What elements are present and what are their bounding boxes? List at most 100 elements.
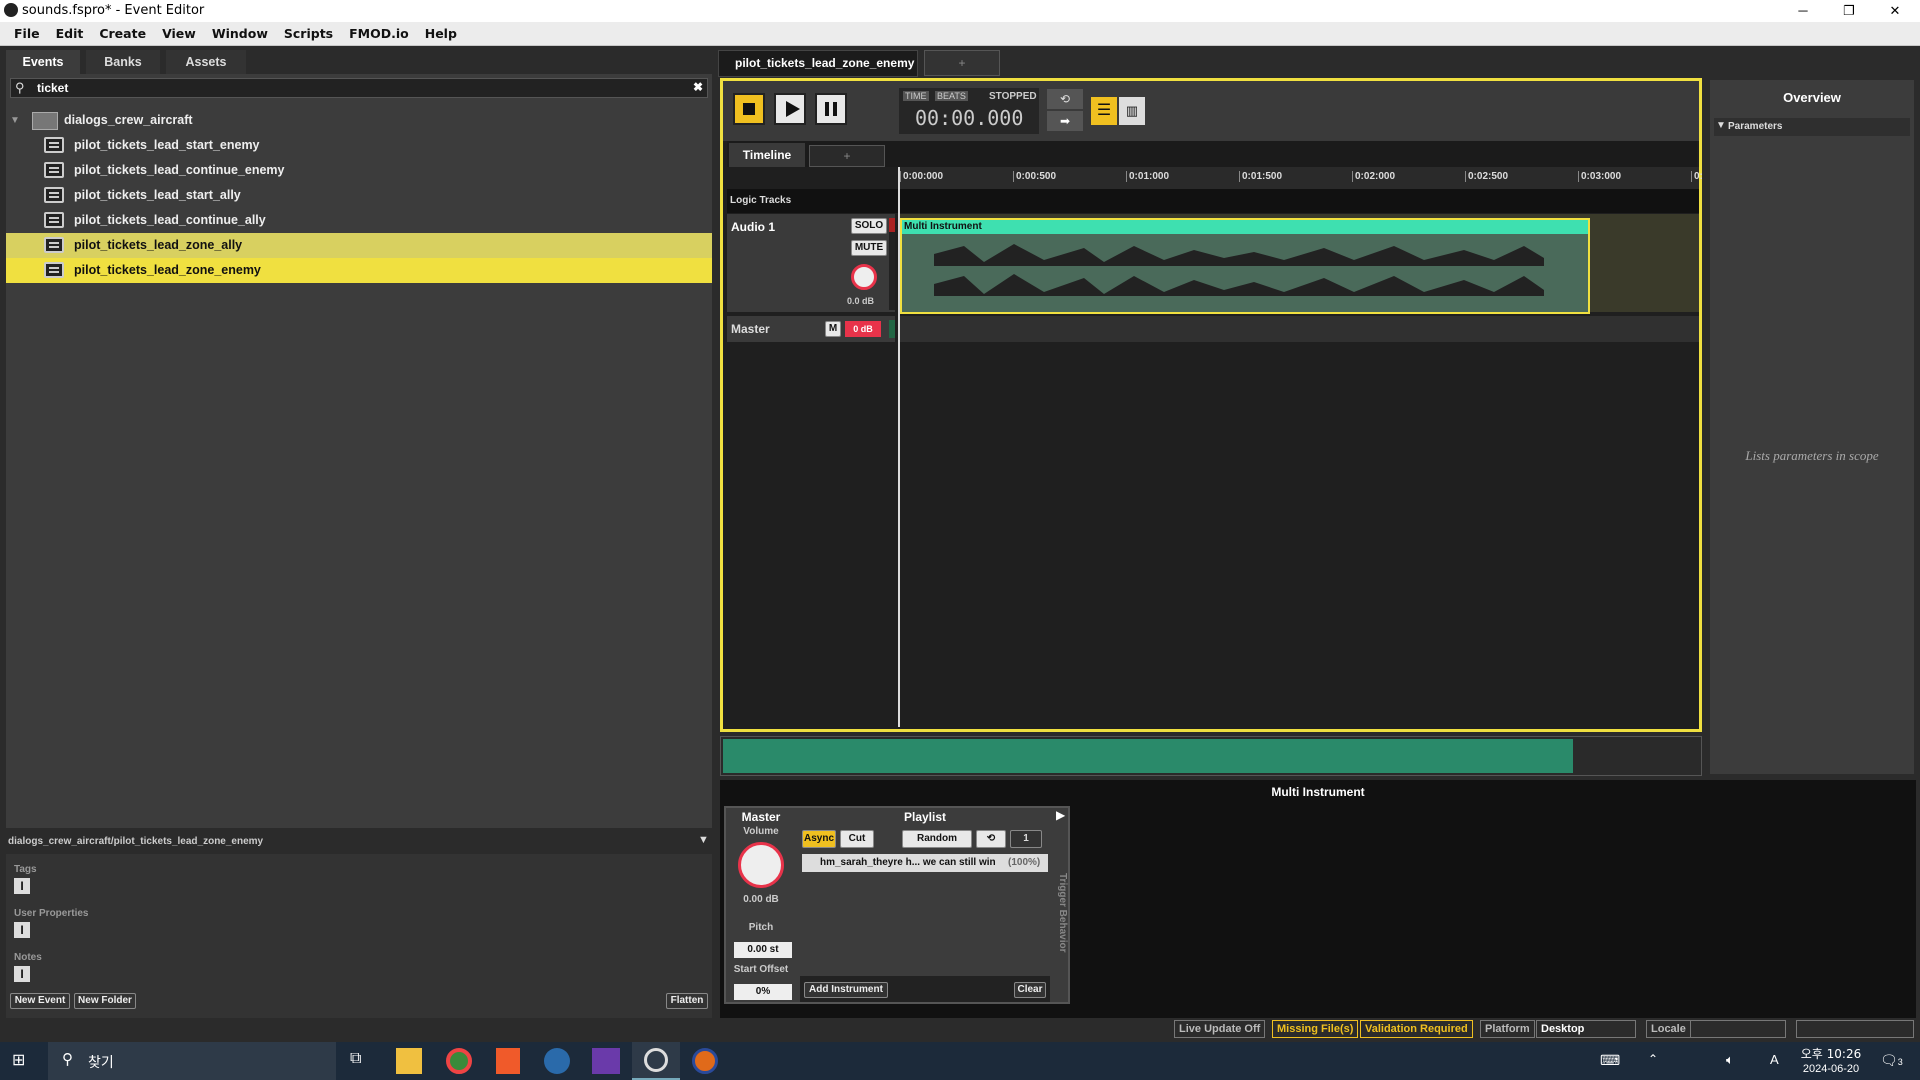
follow-icon[interactable]: ➡ bbox=[1047, 111, 1083, 131]
blender-icon[interactable] bbox=[692, 1048, 718, 1074]
menu-file[interactable]: File bbox=[6, 22, 48, 46]
brave-icon[interactable] bbox=[496, 1048, 520, 1074]
taskbar-search-box[interactable]: ⚲ 찾기 bbox=[48, 1042, 336, 1080]
loop-count[interactable]: 1 bbox=[1010, 830, 1042, 848]
clear-search-icon[interactable]: ✖ bbox=[693, 80, 703, 94]
master-mute-button[interactable]: M bbox=[825, 321, 841, 337]
missing-files-button[interactable]: Missing File(s) bbox=[1272, 1020, 1359, 1038]
task-view-icon[interactable]: ⧉ bbox=[350, 1050, 361, 1068]
parameters-header[interactable]: ▼ Parameters bbox=[1714, 118, 1910, 136]
menu-scripts[interactable]: Scripts bbox=[276, 22, 341, 46]
menu-window[interactable]: Window bbox=[204, 22, 276, 46]
pitch-value[interactable]: 0.00 st bbox=[734, 942, 792, 958]
new-folder-button[interactable]: New Folder bbox=[74, 993, 136, 1009]
menu-help[interactable]: Help bbox=[417, 22, 465, 46]
tab-banks[interactable]: Banks bbox=[86, 50, 160, 74]
play-button[interactable] bbox=[774, 93, 806, 125]
playlist-item-name: hm_sarah_theyre h... we can still win bbox=[820, 857, 996, 868]
pause-button[interactable] bbox=[815, 93, 847, 125]
chrome-icon[interactable] bbox=[446, 1048, 472, 1074]
steam-icon[interactable] bbox=[544, 1048, 570, 1074]
playlist-item[interactable]: hm_sarah_theyre h... we can still win (1… bbox=[802, 854, 1048, 872]
windows-start-icon[interactable]: ⊞ bbox=[12, 1052, 30, 1070]
tags-add-icon[interactable]: I bbox=[14, 878, 30, 894]
audio-track-header[interactable]: Audio 1 SOLO MUTE 0.0 dB bbox=[727, 214, 895, 312]
time-mode[interactable]: TIME bbox=[903, 91, 929, 101]
overview-scroll[interactable] bbox=[720, 736, 1702, 776]
new-event-button[interactable]: New Event bbox=[10, 993, 70, 1009]
flatten-button[interactable]: Flatten bbox=[666, 993, 708, 1009]
beats-mode[interactable]: BEATS bbox=[935, 91, 968, 101]
playlist-mode-select[interactable]: Random bbox=[902, 830, 972, 848]
tab-assets[interactable]: Assets bbox=[166, 50, 246, 74]
menu-view[interactable]: View bbox=[154, 22, 204, 46]
expand-arrow-icon[interactable]: ▼ bbox=[10, 108, 20, 133]
notification-icon[interactable]: 🗨︎3 bbox=[1880, 1052, 1903, 1069]
event-row[interactable]: pilot_tickets_lead_zone_enemy bbox=[6, 258, 712, 283]
search-field[interactable]: ⚲ ticket ✖ bbox=[10, 78, 708, 98]
grid-view-icon[interactable]: ▥ bbox=[1119, 97, 1145, 125]
keyboard-icon[interactable]: ⌨ bbox=[1600, 1052, 1620, 1069]
file-explorer-icon[interactable] bbox=[396, 1048, 422, 1074]
user-properties-add-icon[interactable]: I bbox=[14, 922, 30, 938]
playlist-label: Playlist bbox=[903, 810, 947, 824]
playhead[interactable] bbox=[898, 167, 900, 727]
fmod-taskbar-icon[interactable] bbox=[632, 1042, 680, 1080]
event-row[interactable]: pilot_tickets_lead_start_enemy bbox=[6, 133, 712, 158]
master-track-header[interactable]: Master M 0 dB bbox=[727, 316, 895, 342]
ime-indicator[interactable]: A bbox=[1770, 1052, 1779, 1067]
search-input[interactable]: ticket bbox=[37, 81, 68, 95]
event-editor-tab[interactable]: pilot_tickets_lead_zone_enemy bbox=[718, 50, 918, 77]
tray-expand-icon[interactable]: ⌃ bbox=[1648, 1052, 1658, 1066]
clear-button[interactable]: Clear bbox=[1014, 982, 1046, 998]
master-volume-value[interactable]: 0 dB bbox=[845, 321, 881, 337]
list-view-icon[interactable]: ☰ bbox=[1091, 97, 1117, 125]
event-row[interactable]: pilot_tickets_lead_start_ally bbox=[6, 183, 712, 208]
notes-label: Notes bbox=[14, 952, 42, 963]
maximize-button[interactable]: ❐ bbox=[1826, 0, 1872, 22]
event-row[interactable]: pilot_tickets_lead_continue_enemy bbox=[6, 158, 712, 183]
overview-title: Overview bbox=[1783, 90, 1841, 105]
menu-create[interactable]: Create bbox=[91, 22, 154, 46]
close-button[interactable]: ✕ bbox=[1872, 0, 1918, 22]
cut-button[interactable]: Cut bbox=[840, 830, 874, 848]
clock-date[interactable]: 2024-06-20 bbox=[1796, 1063, 1866, 1075]
overview-scroll-thumb[interactable] bbox=[723, 739, 1573, 773]
volume-tray-icon[interactable]: 🔈︎ bbox=[1726, 1052, 1734, 1068]
add-event-tab-button[interactable]: + bbox=[924, 50, 1000, 76]
loop-icon[interactable]: ⟲ bbox=[1047, 89, 1083, 109]
track-volume-value: 0.0 dB bbox=[847, 296, 875, 306]
clock-time[interactable]: 오후 10:26 bbox=[1796, 1045, 1866, 1062]
stop-button[interactable] bbox=[733, 93, 765, 125]
start-offset-value[interactable]: 0% bbox=[734, 984, 792, 1000]
event-row[interactable]: pilot_tickets_lead_continue_ally bbox=[6, 208, 712, 233]
mute-button[interactable]: MUTE bbox=[851, 240, 887, 256]
collapse-icon[interactable]: ▼ bbox=[698, 834, 709, 846]
tab-timeline[interactable]: Timeline bbox=[729, 143, 805, 167]
solo-button[interactable]: SOLO bbox=[851, 218, 887, 234]
live-update-button[interactable]: Live Update Off bbox=[1174, 1020, 1266, 1038]
add-subtab-button[interactable]: + bbox=[809, 145, 885, 167]
folder-row[interactable]: ▼ dialogs_crew_aircraft bbox=[6, 108, 712, 133]
tab-events[interactable]: Events bbox=[6, 50, 80, 74]
waveform bbox=[934, 244, 1544, 296]
add-instrument-button[interactable]: Add Instrument bbox=[804, 982, 888, 998]
play-instrument-icon[interactable]: ▶ bbox=[1056, 808, 1065, 822]
volume-value: 0.00 dB bbox=[743, 894, 779, 905]
locale-select[interactable] bbox=[1690, 1020, 1786, 1038]
volume-knob[interactable] bbox=[738, 842, 784, 888]
track-volume-knob[interactable] bbox=[851, 264, 877, 290]
clapper-app-icon[interactable] bbox=[592, 1048, 620, 1074]
menu-edit[interactable]: Edit bbox=[48, 22, 92, 46]
platform-select[interactable]: Desktop bbox=[1536, 1020, 1636, 1038]
validation-required-button[interactable]: Validation Required bbox=[1360, 1020, 1473, 1038]
multi-instrument-region[interactable]: Multi Instrument bbox=[900, 218, 1590, 314]
notes-add-icon[interactable]: I bbox=[14, 966, 30, 982]
event-row[interactable]: pilot_tickets_lead_zone_ally bbox=[6, 233, 712, 258]
async-button[interactable]: Async bbox=[802, 830, 836, 848]
menu-fmodio[interactable]: FMOD.io bbox=[341, 22, 417, 46]
minimize-button[interactable]: ─ bbox=[1780, 0, 1826, 22]
window-title: sounds.fspro* - Event Editor bbox=[22, 3, 205, 18]
playlist-loop-icon[interactable]: ⟲ bbox=[976, 830, 1006, 848]
trigger-behavior-tab[interactable]: Trigger Behavior bbox=[1056, 828, 1068, 998]
